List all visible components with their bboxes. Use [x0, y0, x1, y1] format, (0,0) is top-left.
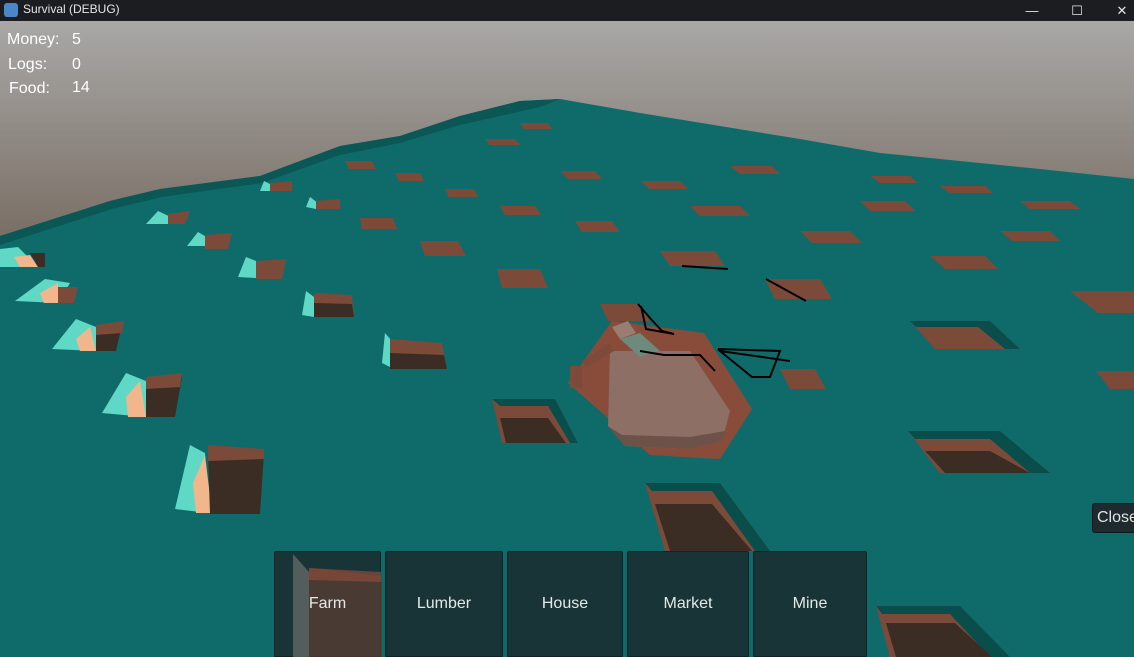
- build-house-button[interactable]: House: [507, 551, 623, 657]
- close-button[interactable]: Close: [1092, 503, 1134, 533]
- money-label: Money:: [7, 31, 60, 48]
- build-farm-button[interactable]: Farm: [274, 551, 382, 657]
- window-title-bar: Survival (DEBUG) — ☐ ✕: [0, 0, 1134, 21]
- build-market-button[interactable]: Market: [627, 551, 749, 657]
- money-value: 5: [72, 31, 81, 48]
- game-viewport[interactable]: Money: 5 Logs: 0 Food: 14 Close Farm Lum…: [0, 21, 1134, 657]
- food-label: Food:: [9, 80, 50, 97]
- build-mine-button[interactable]: Mine: [753, 551, 867, 657]
- window-title: Survival (DEBUG): [23, 2, 120, 16]
- market-label: Market: [663, 595, 713, 612]
- mine-label: Mine: [792, 595, 828, 612]
- lumber-label: Lumber: [416, 595, 472, 612]
- build-lumber-button[interactable]: Lumber: [385, 551, 503, 657]
- farm-label: Farm: [308, 595, 347, 612]
- minimize-button[interactable]: —: [1010, 0, 1054, 21]
- house-label: House: [541, 595, 589, 612]
- food-value: 14: [72, 79, 90, 96]
- maximize-button[interactable]: ☐: [1055, 0, 1099, 21]
- app-icon: [4, 3, 18, 17]
- close-window-button[interactable]: ✕: [1100, 0, 1134, 21]
- logs-value: 0: [72, 56, 81, 73]
- logs-label: Logs:: [8, 56, 48, 73]
